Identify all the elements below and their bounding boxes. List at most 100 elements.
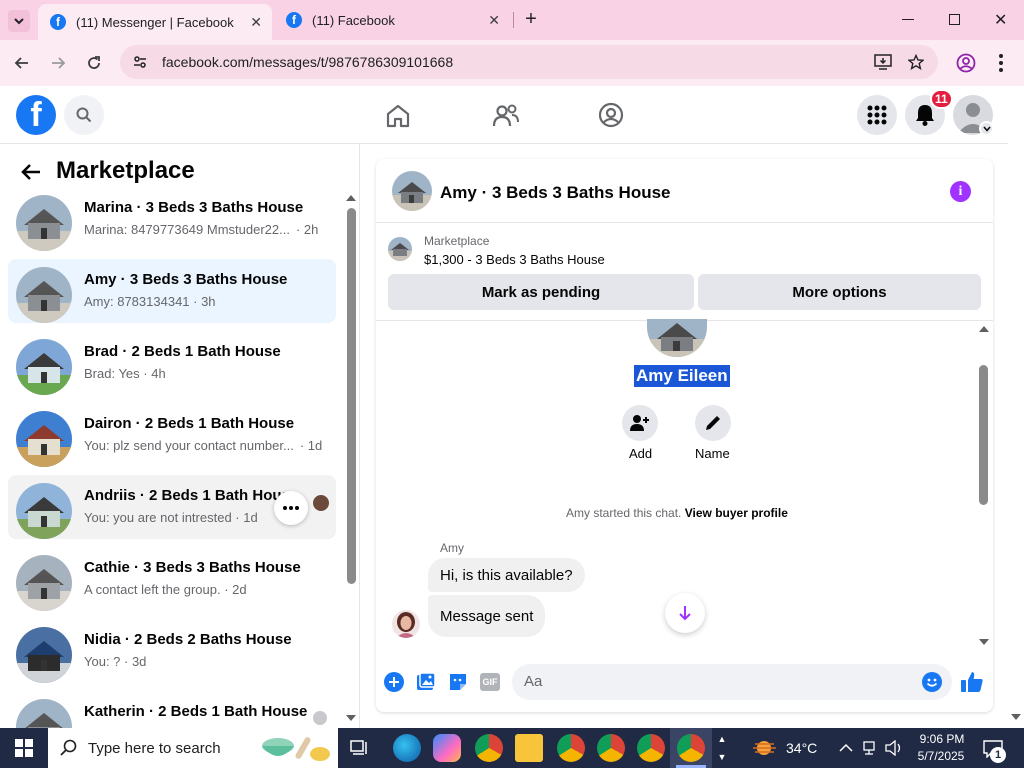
list-scroll-down-icon[interactable] (346, 715, 356, 721)
groups-icon[interactable] (598, 102, 624, 128)
conversation-item[interactable]: Nidia · 2 Beds 2 Baths House You: ? · 3d (8, 619, 336, 683)
more-dots-icon (283, 506, 299, 510)
chrome-profile-icon[interactable] (597, 734, 625, 762)
list-scroll-up-icon[interactable] (346, 195, 356, 201)
listing-thumbnail[interactable] (388, 237, 412, 261)
chat-header-thumbnail[interactable] (392, 171, 432, 211)
message-input-placeholder: Aa (524, 673, 543, 690)
nickname-button[interactable] (695, 405, 731, 441)
emoji-icon[interactable] (922, 672, 942, 692)
account-chevron-icon[interactable] (979, 121, 994, 136)
more-options-button[interactable]: More options (698, 274, 981, 310)
page-scrollbar[interactable] (1008, 86, 1024, 728)
sender-name: Amy (440, 541, 464, 555)
conversation-item[interactable]: Katherin · 2 Beds 1 Bath House (8, 691, 336, 728)
back-icon[interactable] (11, 52, 33, 74)
install-app-icon[interactable] (874, 54, 892, 70)
scroll-to-bottom-button[interactable] (665, 593, 705, 633)
chat-scroll-down-icon[interactable] (979, 639, 989, 645)
network-icon[interactable] (862, 741, 878, 755)
chat-scroll-up-icon[interactable] (979, 326, 989, 332)
message-bubble[interactable]: Message sent (428, 595, 546, 637)
photo-icon[interactable] (416, 672, 436, 692)
forward-icon[interactable] (47, 52, 69, 74)
conversation-preview-text: Marina: 8479773649 Mmstuder22... (84, 222, 290, 237)
taskbar-search-box[interactable]: Type here to search (48, 728, 338, 768)
chat-started-notice: Amy started this chat. View buyer profil… (566, 506, 788, 520)
tab-facebook[interactable]: f (11) Facebook ✕ (274, 0, 510, 40)
conversation-item[interactable]: Andriis · 2 Beds 1 Bath House You: you ar… (8, 475, 336, 539)
sender-avatar[interactable] (392, 610, 420, 638)
list-scrollbar-thumb[interactable] (347, 208, 356, 584)
back-arrow-icon[interactable] (21, 163, 41, 181)
conversation-item[interactable]: Marina · 3 Beds 3 Baths House Marina: 847… (8, 187, 336, 251)
like-thumb-icon[interactable] (960, 670, 984, 694)
weather-icon[interactable] (752, 738, 778, 758)
close-tab-icon[interactable]: ✕ (488, 12, 500, 29)
file-explorer-icon[interactable] (515, 734, 543, 762)
weather-temperature[interactable]: 34°C (786, 740, 817, 756)
volume-icon[interactable] (885, 740, 903, 756)
browser-menu-icon[interactable] (999, 54, 1003, 72)
menu-button[interactable] (857, 95, 897, 135)
site-info-icon[interactable] (132, 54, 148, 70)
home-icon[interactable] (385, 103, 411, 129)
chat-started-text: Amy started this chat. (566, 506, 682, 520)
sticker-icon[interactable] (448, 672, 468, 692)
message-input[interactable]: Aa (512, 664, 952, 700)
page-scroll-down-icon[interactable] (1011, 714, 1021, 720)
chrome-profile-icon[interactable] (637, 734, 665, 762)
more-actions-button[interactable] (384, 672, 404, 692)
conversation-preview: Brad: Yes · 4h (84, 366, 166, 381)
mark-as-pending-button[interactable]: Mark as pending (388, 274, 694, 310)
add-contact-button[interactable] (622, 405, 658, 441)
close-window-icon[interactable]: ✕ (994, 10, 1007, 30)
view-buyer-profile-link[interactable]: View buyer profile (685, 506, 788, 520)
new-tab-button[interactable]: + (520, 8, 542, 30)
plus-icon (389, 677, 399, 687)
conversation-more-button[interactable] (274, 491, 308, 525)
tab-messenger[interactable]: f (11) Messenger | Facebook ✕ (38, 4, 272, 40)
conversation-title: Marina · 3 Beds 3 Baths House (84, 199, 304, 216)
reload-icon[interactable] (83, 52, 105, 74)
friends-icon[interactable] (492, 103, 520, 129)
conversation-item[interactable]: Amy · 3 Beds 3 Baths House Amy: 878313434… (8, 259, 336, 323)
chrome-profile-icon[interactable] (475, 734, 503, 762)
browser-toolbar: facebook.com/messages/t/9876786309101668 (0, 40, 1024, 86)
windows-start-icon[interactable] (15, 739, 33, 757)
message-bubble[interactable]: Hi, is this available? (428, 558, 585, 592)
maximize-icon[interactable] (949, 14, 960, 25)
minimize-icon[interactable] (902, 19, 914, 20)
chat-scrollbar-thumb[interactable] (979, 365, 988, 505)
bookmark-star-icon[interactable] (908, 54, 924, 70)
chat-header-title[interactable]: Amy · 3 Beds 3 Baths House (440, 183, 671, 203)
conversation-preview: A contact left the group. · 2d (84, 582, 247, 597)
conversation-item[interactable]: Cathie · 3 Beds 3 Baths House A contact l… (8, 547, 336, 611)
active-app-highlight[interactable] (670, 728, 712, 768)
taskbar-overflow-arrows[interactable]: ▲ ▼ (716, 730, 728, 766)
chat-panel: Amy · 3 Beds 3 Baths House i Marketplace… (376, 159, 993, 712)
clock-time[interactable]: 9:06 PM (915, 732, 969, 746)
clock-date[interactable]: 5/7/2025 (912, 749, 970, 763)
contact-avatar[interactable] (647, 319, 707, 357)
add-label: Add (629, 446, 653, 461)
chrome-profile-icon[interactable] (557, 734, 585, 762)
search-button[interactable] (64, 95, 104, 135)
chat-info-button[interactable]: i (950, 181, 971, 202)
address-bar[interactable]: facebook.com/messages/t/9876786309101668 (120, 45, 938, 79)
contact-name[interactable]: Amy Eileen (634, 365, 730, 387)
edge-browser-icon[interactable] (393, 734, 421, 762)
close-tab-icon[interactable]: ✕ (250, 14, 262, 31)
profile-icon[interactable] (956, 53, 976, 73)
conversation-item[interactable]: Dairon · 2 Beds 1 Bath House You: plz sen… (8, 403, 336, 467)
copilot-icon[interactable] (433, 734, 461, 762)
conversation-title: Dairon · 2 Beds 1 Bath House (84, 415, 295, 432)
gif-icon[interactable]: GIF (480, 673, 500, 691)
conversation-item[interactable]: Brad · 2 Beds 1 Bath House Brad: Yes · 4h (8, 331, 336, 395)
facebook-logo[interactable]: f (16, 95, 56, 135)
tab-search-button[interactable] (8, 10, 30, 32)
task-view-icon[interactable] (350, 740, 370, 756)
tab-title: (11) Facebook (312, 12, 395, 28)
listing-price-title[interactable]: $1,300 - 3 Beds 3 Baths House (424, 252, 605, 267)
tray-expand-icon[interactable] (839, 743, 853, 753)
